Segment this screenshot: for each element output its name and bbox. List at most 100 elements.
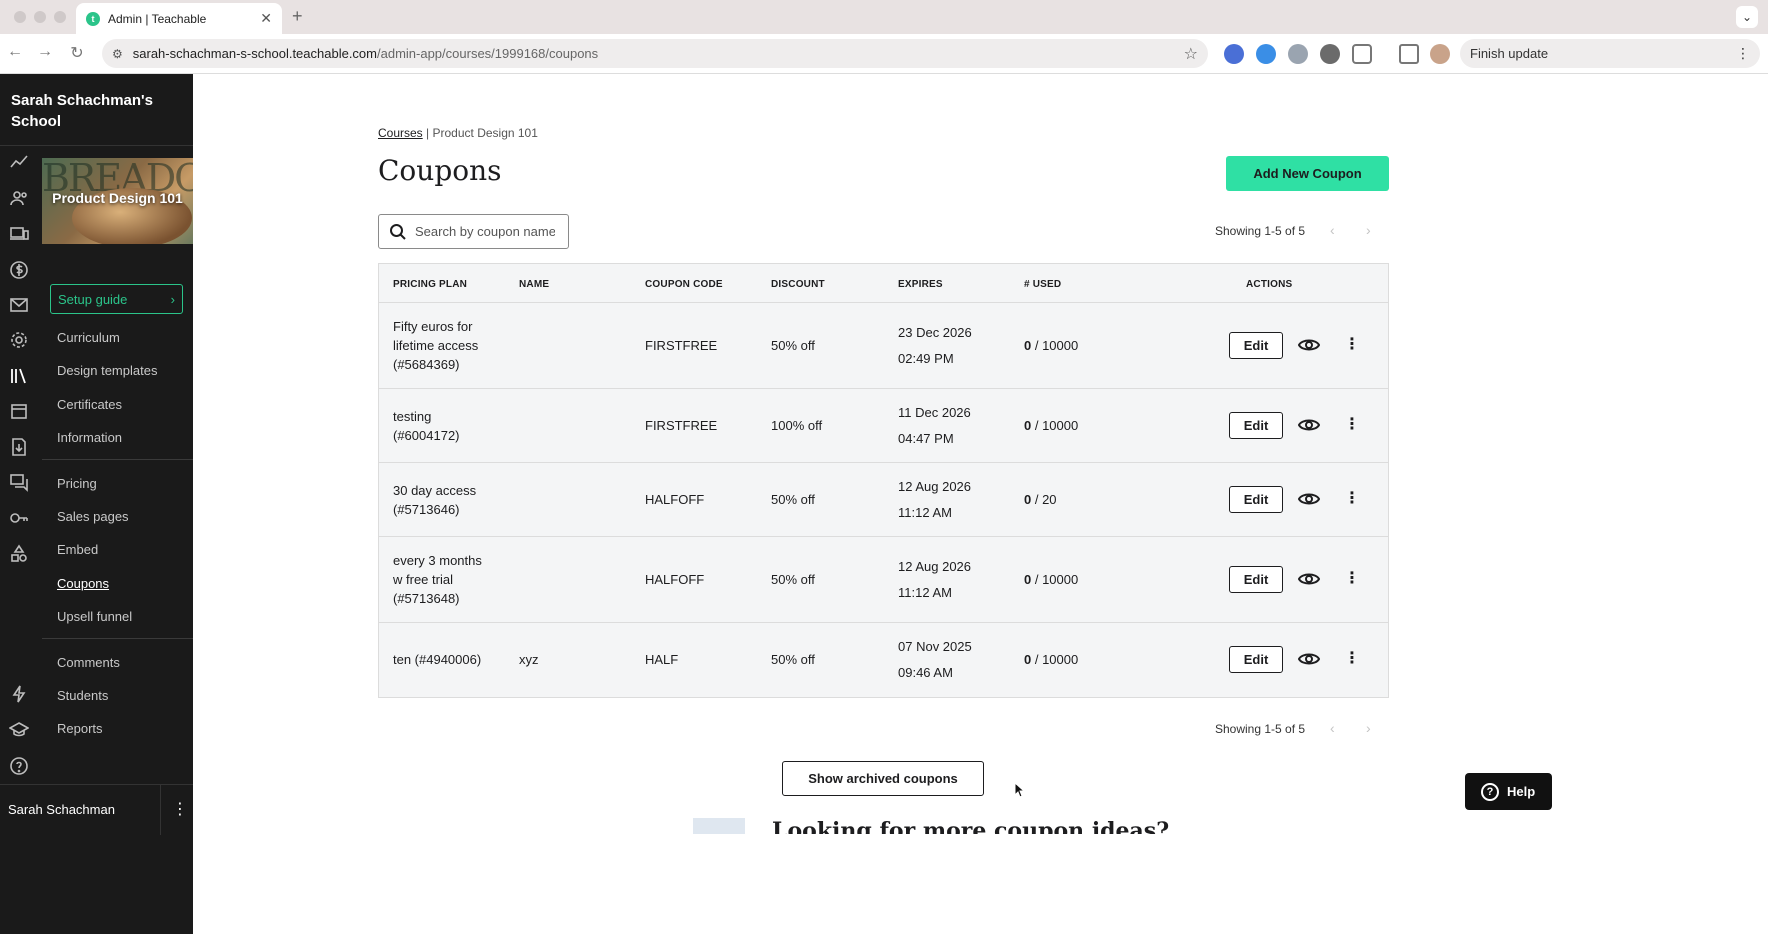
lightning-icon[interactable] bbox=[8, 684, 30, 706]
address-bar[interactable]: ⚙ sarah-schachman-s-school.teachable.com… bbox=[102, 39, 1208, 68]
breadcrumb-courses-link[interactable]: Courses bbox=[378, 126, 423, 140]
forward-icon[interactable]: → bbox=[34, 43, 56, 61]
user-menu[interactable]: Sarah Schachman ⋮ bbox=[0, 784, 193, 835]
library-icon[interactable] bbox=[8, 366, 30, 388]
header-used[interactable]: # USED bbox=[1024, 279, 1061, 290]
back-icon[interactable]: ← bbox=[4, 43, 26, 61]
table-row: Fifty euros for lifetime access (#5684369)… bbox=[379, 303, 1388, 389]
edit-button[interactable]: Edit bbox=[1229, 486, 1283, 513]
header-discount[interactable]: DISCOUNT bbox=[771, 279, 825, 290]
downloads-icon[interactable] bbox=[1399, 44, 1419, 64]
window-controls[interactable] bbox=[14, 11, 66, 23]
sidebar-item-coupons[interactable]: Coupons bbox=[57, 576, 109, 591]
add-new-coupon-button[interactable]: Add New Coupon bbox=[1226, 156, 1389, 191]
analytics-icon[interactable] bbox=[8, 152, 30, 174]
pagination-status: Showing 1-5 of 5 bbox=[1215, 224, 1306, 238]
more-actions-icon[interactable]: ⋮ bbox=[1344, 490, 1360, 508]
gear-extension-icon[interactable] bbox=[1320, 44, 1340, 64]
comments-icon[interactable] bbox=[8, 472, 30, 494]
table-header: PRICING PLAN NAME COUPON CODE DISCOUNT E… bbox=[379, 264, 1388, 303]
devices-icon[interactable] bbox=[8, 224, 30, 246]
show-archived-coupons-button[interactable]: Show archived coupons bbox=[782, 761, 984, 796]
edit-button[interactable]: Edit bbox=[1229, 332, 1283, 359]
header-expires[interactable]: EXPIRES bbox=[898, 279, 943, 290]
browser-tab[interactable]: t Admin | Teachable ✕ bbox=[76, 3, 282, 34]
more-actions-icon[interactable]: ⋮ bbox=[1344, 336, 1360, 354]
used-cell: 0 / 10000 bbox=[1024, 418, 1079, 433]
key-icon[interactable] bbox=[8, 508, 30, 530]
course-thumbnail[interactable]: BREADCIPES Product Design 101 bbox=[42, 158, 193, 244]
more-actions-icon[interactable]: ⋮ bbox=[1344, 650, 1360, 668]
prev-page-icon[interactable]: ‹ bbox=[1330, 222, 1335, 238]
sidebar-item-information[interactable]: Information bbox=[57, 430, 122, 445]
next-page-icon[interactable]: › bbox=[1366, 222, 1371, 238]
sidebar-item-students[interactable]: Students bbox=[57, 688, 108, 703]
coupon-search[interactable] bbox=[378, 214, 569, 249]
finish-update-button[interactable]: Finish update ⋮ bbox=[1460, 39, 1760, 68]
profile-avatar[interactable] bbox=[1430, 44, 1450, 64]
next-page-icon[interactable]: › bbox=[1366, 720, 1371, 736]
site-settings-icon[interactable]: ⚙ bbox=[112, 47, 123, 61]
reload-icon[interactable]: ↻ bbox=[66, 43, 88, 63]
puzzle-extensions-icon[interactable] bbox=[1352, 44, 1372, 64]
settings-gear-icon[interactable] bbox=[8, 330, 30, 352]
school-name[interactable]: Sarah Schachman's School bbox=[0, 74, 193, 146]
more-actions-icon[interactable]: ⋮ bbox=[1344, 416, 1360, 434]
sidebar-item-embed[interactable]: Embed bbox=[57, 542, 98, 557]
edit-button[interactable]: Edit bbox=[1229, 412, 1283, 439]
close-tab-icon[interactable]: ✕ bbox=[260, 10, 272, 27]
discount-cell: 50% off bbox=[771, 652, 815, 667]
used-cell: 0 / 10000 bbox=[1024, 338, 1079, 353]
browser-menu-icon[interactable]: ⋮ bbox=[1736, 45, 1750, 62]
dollar-icon[interactable] bbox=[8, 260, 30, 282]
sidebar-item-curriculum[interactable]: Curriculum bbox=[57, 330, 120, 345]
extension-icon[interactable] bbox=[1288, 44, 1308, 64]
discount-cell: 50% off bbox=[771, 338, 815, 353]
header-actions: ACTIONS bbox=[1246, 279, 1293, 290]
help-button[interactable]: ? Help bbox=[1465, 773, 1552, 810]
search-input[interactable] bbox=[415, 224, 555, 239]
user-menu-kebab-icon[interactable]: ⋮ bbox=[172, 799, 188, 819]
users-icon[interactable] bbox=[8, 188, 30, 210]
tab-search-icon[interactable]: ⌄ bbox=[1736, 6, 1758, 28]
setup-guide-button[interactable]: Setup guide › bbox=[50, 284, 183, 314]
table-row: 30 day access (#5713646) HALFOFF 50% off … bbox=[379, 463, 1388, 537]
coupon-code-cell: FIRSTFREE bbox=[645, 338, 718, 353]
used-cell: 0 / 10000 bbox=[1024, 652, 1079, 667]
question-icon: ? bbox=[1481, 782, 1499, 801]
graduation-cap-icon[interactable] bbox=[8, 720, 30, 742]
prev-page-icon[interactable]: ‹ bbox=[1330, 720, 1335, 736]
sidebar-item-sales-pages[interactable]: Sales pages bbox=[57, 509, 129, 524]
download-doc-icon[interactable] bbox=[8, 437, 30, 459]
sidebar-item-certificates[interactable]: Certificates bbox=[57, 397, 122, 412]
eye-icon[interactable] bbox=[1298, 414, 1320, 436]
header-pricing-plan[interactable]: PRICING PLAN bbox=[393, 279, 467, 290]
sidebar-item-pricing[interactable]: Pricing bbox=[57, 476, 97, 491]
eye-icon[interactable] bbox=[1298, 334, 1320, 356]
eye-icon[interactable] bbox=[1298, 648, 1320, 670]
header-name[interactable]: NAME bbox=[519, 279, 549, 290]
mail-icon[interactable] bbox=[8, 295, 30, 317]
used-cell: 0 / 20 bbox=[1024, 492, 1057, 507]
edit-button[interactable]: Edit bbox=[1229, 646, 1283, 673]
more-actions-icon[interactable]: ⋮ bbox=[1344, 570, 1360, 588]
eye-icon[interactable] bbox=[1298, 568, 1320, 590]
help-circle-icon[interactable] bbox=[8, 756, 30, 778]
new-tab-icon[interactable]: + bbox=[292, 6, 303, 27]
sidebar-item-design-templates[interactable]: Design templates bbox=[57, 363, 157, 378]
calendar-icon[interactable] bbox=[8, 401, 30, 423]
header-coupon-code[interactable]: COUPON CODE bbox=[645, 279, 723, 290]
url-host: sarah-schachman-s-school.teachable.com bbox=[132, 46, 377, 61]
shapes-icon[interactable] bbox=[8, 544, 30, 566]
sidebar-item-upsell-funnel[interactable]: Upsell funnel bbox=[57, 609, 132, 624]
sidebar-item-comments[interactable]: Comments bbox=[57, 655, 120, 670]
chevron-right-icon: › bbox=[170, 291, 175, 307]
pricing-plan-cell: testing (#6004172) bbox=[393, 409, 460, 443]
extension-icon[interactable] bbox=[1224, 44, 1244, 64]
sidebar-item-reports[interactable]: Reports bbox=[57, 721, 103, 736]
edit-button[interactable]: Edit bbox=[1229, 566, 1283, 593]
tab-title: Admin | Teachable bbox=[108, 11, 207, 26]
extension-icon[interactable] bbox=[1256, 44, 1276, 64]
eye-icon[interactable] bbox=[1298, 488, 1320, 510]
bookmark-star-icon[interactable]: ☆ bbox=[1184, 44, 1198, 64]
